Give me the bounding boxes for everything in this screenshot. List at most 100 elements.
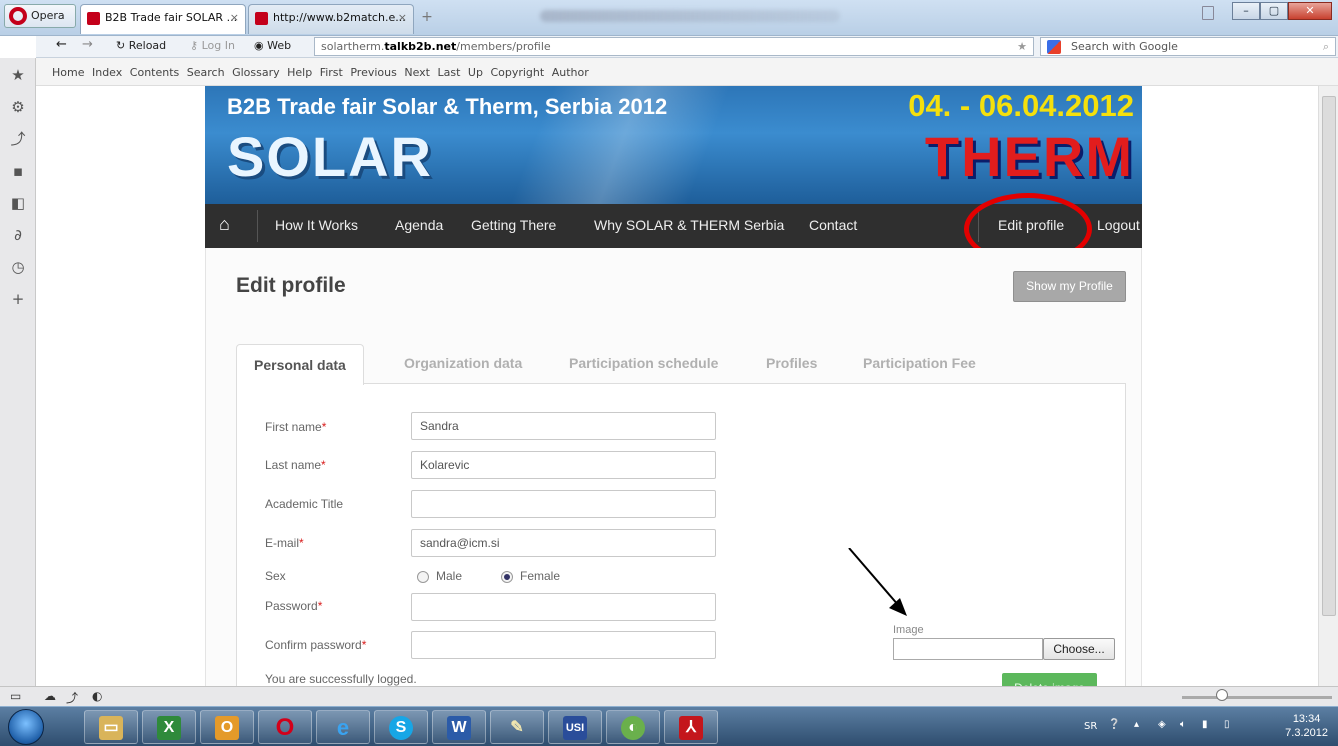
email-field[interactable]: sandra@icm.si xyxy=(411,529,716,557)
address-toolbar: ← → ↻ Reload ⚷ Log In ◉ Web solartherm.t… xyxy=(36,36,1338,58)
add-panel-icon[interactable]: + xyxy=(9,290,27,308)
tab-b2b-trade-fair[interactable]: B2B Trade fair SOLAR ... × xyxy=(80,4,246,34)
opera-label: Opera xyxy=(31,9,65,22)
browser-status-bar: ▭ ☁ ⤴ ◐ xyxy=(0,686,1338,706)
image-file-field[interactable] xyxy=(893,638,1043,660)
scrollbar-thumb[interactable] xyxy=(1322,96,1336,616)
bookmark-home[interactable]: Home xyxy=(52,66,84,79)
sex-female-radio[interactable] xyxy=(501,571,513,583)
panel-toggle-icon[interactable]: ▭ xyxy=(10,689,21,703)
tray-arrow-icon[interactable]: ▴ xyxy=(1134,719,1139,730)
notes-icon[interactable]: ▪ xyxy=(9,162,27,180)
nav-separator xyxy=(257,210,258,242)
window-controls: – ▢ ✕ xyxy=(1232,2,1332,22)
web-label: Web xyxy=(267,39,292,52)
bookmark-first[interactable]: First xyxy=(320,66,343,79)
power-icon[interactable]: ▯ xyxy=(1224,719,1230,730)
bookmarks-star-icon[interactable]: ★ xyxy=(9,66,27,84)
taskbar-word[interactable]: W xyxy=(432,710,486,744)
show-my-profile-button[interactable]: Show my Profile xyxy=(1013,271,1126,302)
tab-participation-fee[interactable]: Participation Fee xyxy=(863,344,976,384)
link-icon[interactable]: ∂ xyxy=(9,226,27,244)
reload-button[interactable]: ↻ Reload xyxy=(116,39,166,52)
network-icon[interactable]: ◈ xyxy=(1158,719,1166,730)
browser-window: Opera B2B Trade fair SOLAR ... × http://… xyxy=(0,0,1338,746)
close-icon[interactable]: ✕ xyxy=(1288,2,1332,20)
academic-title-field[interactable] xyxy=(411,490,716,518)
taskbar-explorer[interactable]: ▭ xyxy=(84,710,138,744)
clock[interactable]: 13:34 7.3.2012 xyxy=(1285,712,1328,740)
maximize-icon[interactable]: ▢ xyxy=(1260,2,1288,20)
sex-male-radio[interactable] xyxy=(417,571,429,583)
nav-logout[interactable]: Logout xyxy=(1097,217,1140,233)
nav-contact[interactable]: Contact xyxy=(809,217,857,233)
start-button[interactable] xyxy=(8,709,44,745)
share-icon[interactable]: ⤴ xyxy=(9,130,27,148)
nav-why-solar-therm[interactable]: Why SOLAR & THERM Serbia xyxy=(594,217,784,233)
speed-dial-icon[interactable]: ◐ xyxy=(92,689,102,703)
taskbar-excel[interactable]: X xyxy=(142,710,196,744)
web-button[interactable]: ◉ Web xyxy=(254,39,291,52)
search-placeholder: Search with Google xyxy=(1071,40,1178,53)
bookmark-author[interactable]: Author xyxy=(552,66,589,79)
tab-participation-schedule[interactable]: Participation schedule xyxy=(569,344,718,384)
nav-how-it-works[interactable]: How It Works xyxy=(275,217,358,233)
opera-menu-button[interactable]: Opera xyxy=(4,4,76,28)
last-name-field[interactable]: Kolarevic xyxy=(411,451,716,479)
taskbar-app[interactable]: ◐ xyxy=(606,710,660,744)
tab-organization-data[interactable]: Organization data xyxy=(404,344,522,384)
bookmark-index[interactable]: Index xyxy=(92,66,122,79)
bookmark-last[interactable]: Last xyxy=(437,66,460,79)
minimize-icon[interactable]: – xyxy=(1232,2,1260,20)
volume-icon[interactable]: 🔈︎ xyxy=(1180,719,1186,730)
bookmark-search[interactable]: Search xyxy=(187,66,225,79)
login-button[interactable]: ⚷ Log In xyxy=(190,39,235,52)
choose-file-button[interactable]: Choose... xyxy=(1043,638,1115,660)
taskbar-opera[interactable]: O xyxy=(258,710,312,744)
share-icon[interactable]: ⤴ xyxy=(66,689,78,706)
new-tab-icon[interactable]: + xyxy=(418,8,436,26)
bookmark-copyright[interactable]: Copyright xyxy=(490,66,544,79)
forward-icon[interactable]: → xyxy=(82,37,93,52)
unite-icon[interactable]: ◧ xyxy=(9,194,27,212)
taskbar-outlook[interactable]: O xyxy=(200,710,254,744)
bookmark-glossary[interactable]: Glossary xyxy=(232,66,280,79)
tab-close-icon[interactable]: × xyxy=(398,5,407,31)
signal-icon[interactable]: ▮ xyxy=(1202,719,1208,730)
help-icon[interactable]: ❔ xyxy=(1108,719,1120,730)
bookmark-star-icon[interactable]: ★ xyxy=(1017,38,1027,55)
bookmark-next[interactable]: Next xyxy=(404,66,430,79)
zoom-slider[interactable] xyxy=(1182,696,1332,699)
bookmark-up[interactable]: Up xyxy=(468,66,483,79)
bookmark-previous[interactable]: Previous xyxy=(350,66,397,79)
taskbar-usi[interactable]: USI xyxy=(548,710,602,744)
back-icon[interactable]: ← xyxy=(56,37,67,52)
settings-gear-icon[interactable]: ⚙ xyxy=(9,98,27,116)
trash-icon[interactable] xyxy=(1202,6,1214,20)
tab-b2match[interactable]: http://www.b2match.e... × xyxy=(248,4,414,34)
search-icon[interactable]: ⌕ xyxy=(1323,38,1329,55)
bookmark-help[interactable]: Help xyxy=(287,66,312,79)
nav-agenda[interactable]: Agenda xyxy=(395,217,443,233)
nav-getting-there[interactable]: Getting There xyxy=(471,217,556,233)
tab-profiles[interactable]: Profiles xyxy=(766,344,817,384)
page-scrollbar[interactable] xyxy=(1318,86,1338,686)
history-clock-icon[interactable]: ◷ xyxy=(9,258,27,276)
zoom-slider-knob[interactable] xyxy=(1216,689,1228,701)
language-indicator[interactable]: SR xyxy=(1084,721,1097,732)
tab-personal-data[interactable]: Personal data xyxy=(236,344,364,385)
taskbar-internet-explorer[interactable]: e xyxy=(316,710,370,744)
confirm-password-field[interactable] xyxy=(411,631,716,659)
bookmark-contents[interactable]: Contents xyxy=(130,66,179,79)
taskbar-acrobat[interactable]: ⅄ xyxy=(664,710,718,744)
taskbar-skype[interactable]: S xyxy=(374,710,428,744)
password-field[interactable] xyxy=(411,593,716,621)
first-name-field[interactable]: Sandra xyxy=(411,412,716,440)
search-input[interactable]: Search with Google ⌕ xyxy=(1040,37,1336,56)
taskbar-tool[interactable]: ✎ xyxy=(490,710,544,744)
cloud-icon[interactable]: ☁ xyxy=(44,689,56,703)
delete-image-button[interactable]: Delete image xyxy=(1002,673,1097,686)
home-icon[interactable]: ⌂ xyxy=(219,214,239,234)
url-field[interactable]: solartherm.talkb2b.net/members/profile ★ xyxy=(314,37,1034,56)
tab-close-icon[interactable]: × xyxy=(230,5,239,31)
